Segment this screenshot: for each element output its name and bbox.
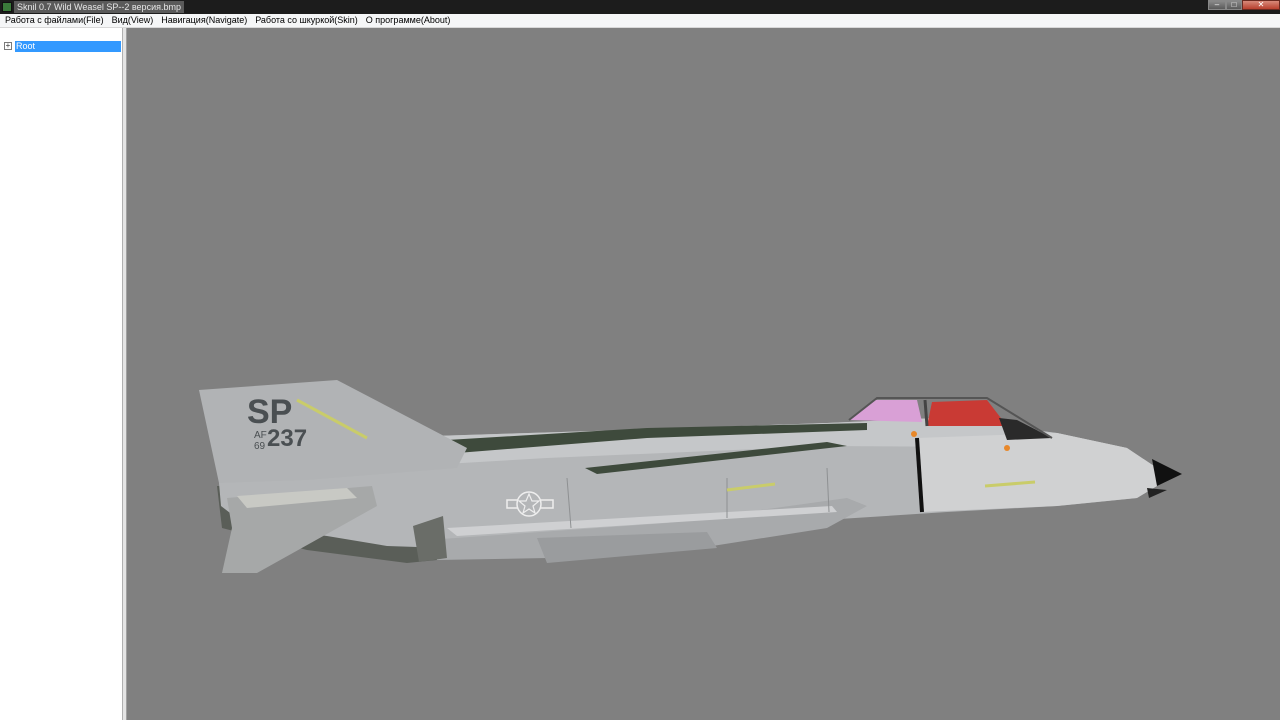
aircraft-orange-marker bbox=[1004, 445, 1010, 451]
maximize-button[interactable]: □ bbox=[1226, 0, 1242, 10]
window-title: Sknil 0.7 Wild Weasel SP--2 версия.bmp bbox=[14, 1, 184, 13]
menu-about[interactable]: О программе(About) bbox=[362, 14, 455, 27]
aircraft-vertical-tail bbox=[199, 380, 467, 483]
aircraft-nose-probe bbox=[1147, 488, 1167, 498]
minimize-button[interactable]: – bbox=[1208, 0, 1226, 10]
menu-bar: Работа с файлами(File) Вид(View) Навигац… bbox=[0, 14, 1280, 28]
tree-node-root[interactable]: + Root bbox=[4, 41, 121, 52]
aircraft-nose bbox=[917, 433, 1162, 512]
tree-panel[interactable]: + Root bbox=[0, 28, 123, 720]
expand-icon[interactable]: + bbox=[4, 42, 12, 50]
tree-node-label[interactable]: Root bbox=[15, 41, 121, 52]
menu-navigate[interactable]: Навигация(Navigate) bbox=[157, 14, 251, 27]
caption-buttons: – □ ✕ bbox=[1208, 0, 1280, 10]
serial-prefix-bottom: 69 bbox=[254, 441, 266, 452]
menu-skin[interactable]: Работа со шкуркой(Skin) bbox=[251, 14, 362, 27]
close-button[interactable]: ✕ bbox=[1242, 0, 1280, 10]
serial-prefix-top: AF bbox=[254, 430, 267, 441]
menu-file[interactable]: Работа с файлами(File) bbox=[0, 14, 108, 27]
menu-view[interactable]: Вид(View) bbox=[108, 14, 158, 27]
aircraft-orange-marker bbox=[911, 431, 917, 437]
title-bar[interactable]: Sknil 0.7 Wild Weasel SP--2 версия.bmp –… bbox=[0, 0, 1280, 14]
aircraft-render: SP AF 69 237 bbox=[199, 380, 1182, 573]
app-icon[interactable] bbox=[2, 2, 12, 12]
serial-number: 237 bbox=[267, 425, 307, 452]
aircraft-radome-tip bbox=[1152, 459, 1182, 486]
3d-viewport[interactable]: SP AF 69 237 bbox=[127, 28, 1280, 720]
aircraft-canopy-divider bbox=[923, 399, 929, 427]
